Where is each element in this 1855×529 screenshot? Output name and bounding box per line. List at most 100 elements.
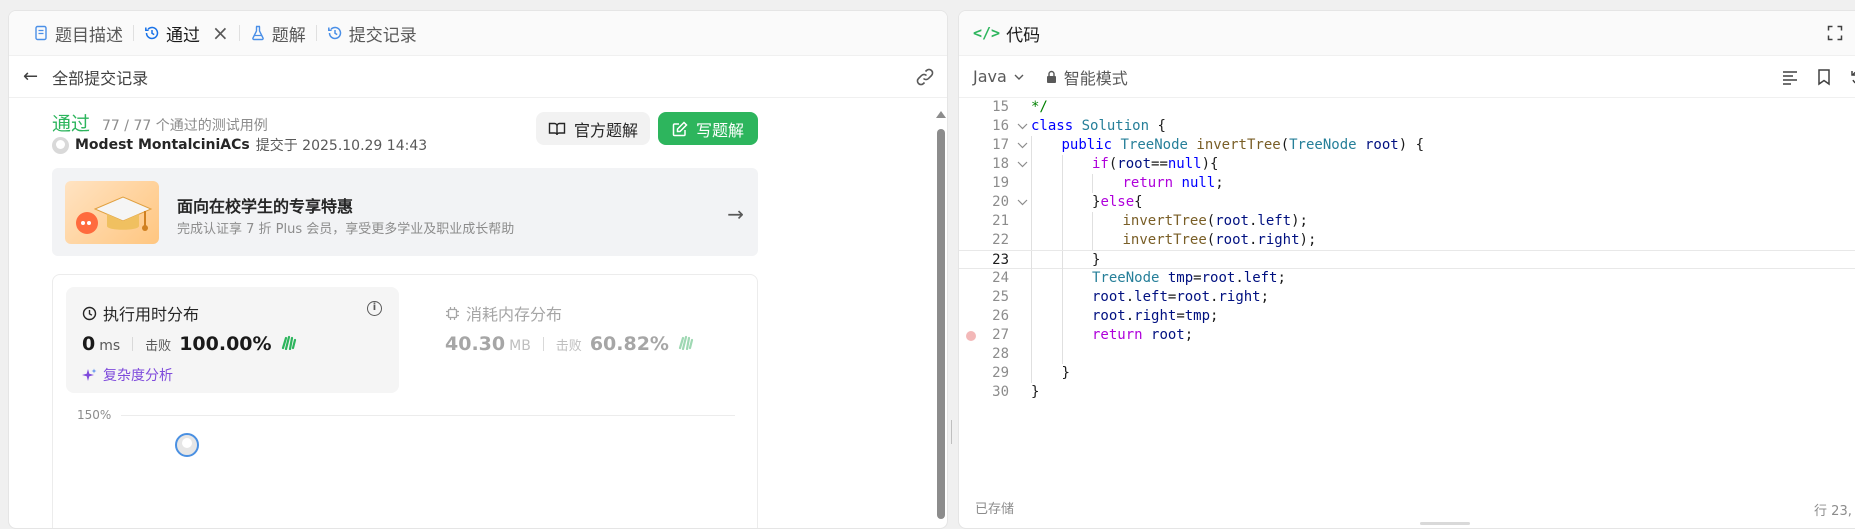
code-text: }	[1031, 384, 1040, 400]
indent-guide	[1031, 212, 1032, 231]
indent-guide	[1031, 231, 1032, 250]
history-icon	[145, 26, 159, 40]
flask-icon	[251, 25, 264, 41]
status-label: 通过	[52, 113, 91, 135]
runtime-percentile: 100.00%	[179, 333, 272, 355]
student-promo-banner[interactable]: 面向在校学生的专享特惠 完成认证享 7 折 Plus 会员，享受更多学业及职业成…	[52, 168, 758, 256]
code-line[interactable]: 25 root.left=root.right;	[959, 288, 1855, 307]
code-line[interactable]: 20}else{	[959, 193, 1855, 212]
memory-title-label: 消耗内存分布	[466, 305, 563, 324]
reset-icon[interactable]	[1849, 68, 1855, 86]
code-line[interactable]: 23}	[959, 250, 1855, 270]
code-text: return null;	[1122, 175, 1224, 191]
tab-label: 题目描述	[55, 25, 123, 46]
cursor-position: 行 23, 列	[1814, 504, 1855, 519]
save-status: 已存储	[975, 501, 1015, 517]
code-tab[interactable]: </> 代码	[973, 21, 1040, 46]
official-solution-button[interactable]: 官方题解	[536, 112, 650, 145]
indent-guide	[1061, 212, 1063, 231]
code-line[interactable]: 21 invertTree(root.left);	[959, 212, 1855, 231]
code-text: invertTree(root.right);	[1122, 232, 1317, 248]
code-line[interactable]: 28	[959, 345, 1855, 364]
panel-resize-handle[interactable]	[950, 420, 954, 444]
arrow-right-icon[interactable]: →	[727, 202, 744, 226]
indent-guide	[1061, 269, 1063, 288]
button-label: 官方题解	[573, 120, 638, 140]
close-icon[interactable]: ×	[212, 21, 229, 45]
code-text: invertTree(root.left);	[1122, 213, 1308, 229]
left-tab-bar: 题目描述 通过 × 题解 提交记录	[9, 11, 947, 56]
divider	[542, 337, 544, 351]
status-row: 通过 77 / 77 个通过的测试用例	[52, 109, 268, 136]
tab-label: 提交记录	[348, 25, 417, 46]
tab-submissions[interactable]: 提交记录	[317, 11, 427, 56]
runtime-value: 0	[82, 333, 96, 355]
bottom-resize-handle[interactable]	[1420, 522, 1470, 525]
code-line[interactable]: 19 return null;	[959, 174, 1855, 193]
indent-guide	[1031, 307, 1032, 326]
indent-guide	[1031, 136, 1032, 155]
code-text: if(root==null){	[1092, 156, 1219, 172]
code-line[interactable]: 26 root.right=tmp;	[959, 307, 1855, 326]
code-line[interactable]: 16 class Solution {	[959, 117, 1855, 136]
line-number: 19	[992, 175, 1009, 191]
runtime-stats[interactable]: 执行用时分布 i 0 ms 击败 100.00% 复杂度分析	[66, 287, 399, 393]
smart-mode-toggle[interactable]: 智能模式	[1045, 65, 1128, 89]
chevron-down-icon	[1014, 74, 1024, 80]
memory-title: 消耗内存分布	[445, 301, 562, 325]
author-row: Modest MontalciniACs 提交于 2025.10.29 14:4…	[52, 135, 427, 155]
bookmark-icon[interactable]	[1815, 68, 1833, 86]
all-submissions-link[interactable]: 全部提交记录	[52, 65, 148, 89]
memory-stats[interactable]: 消耗内存分布 40.30 MB 击败 60.82%	[429, 287, 739, 393]
avatar[interactable]	[52, 136, 69, 154]
code-editor[interactable]: 15 */ 16 class Solution {17 public TreeNode …	[959, 98, 1855, 478]
tab-solutions[interactable]: 题解	[240, 11, 316, 56]
smart-mode-label: 智能模式	[1063, 68, 1128, 88]
chart-y-tick: 150%	[77, 408, 112, 422]
code-line[interactable]: 27 return root;	[959, 326, 1855, 345]
format-icon[interactable]	[1781, 68, 1799, 86]
code-line[interactable]: 24 TreeNode tmp=root.left;	[959, 269, 1855, 288]
expand-icon[interactable]	[1827, 25, 1843, 41]
performance-card: 执行用时分布 i 0 ms 击败 100.00% 复杂度分析 消耗内存分布 40…	[52, 274, 758, 528]
indent-guide	[1061, 288, 1063, 307]
language-select[interactable]: Java	[973, 67, 1025, 86]
link-icon[interactable]	[915, 67, 935, 87]
beat-label: 击败	[145, 339, 172, 354]
language-label: Java	[973, 67, 1007, 86]
breakpoint-icon[interactable]	[966, 331, 976, 341]
write-solution-button[interactable]: 写题解	[658, 112, 758, 145]
scrollbar-thumb[interactable]	[937, 129, 945, 519]
clapping-hands-icon	[678, 335, 694, 350]
info-icon[interactable]: i	[367, 301, 382, 316]
scroll-up-arrow[interactable]	[936, 111, 946, 118]
left-panel: 题目描述 通过 × 题解 提交记录 ← 全部提交记录 通过 77 / 77 个通…	[8, 10, 948, 529]
code-line[interactable]: 15 */	[959, 98, 1855, 117]
edit-icon	[672, 120, 688, 136]
description-icon	[35, 25, 47, 41]
editor-toolbar: Java 智能模式	[959, 56, 1855, 98]
runtime-title: 执行用时分布	[82, 301, 199, 325]
promo-subtitle: 完成认证享 7 折 Plus 会员，享受更多学业及职业成长帮助	[177, 222, 515, 237]
line-number: 18	[992, 156, 1009, 172]
code-line[interactable]: 18 if(root==null){	[959, 155, 1855, 174]
promo-title: 面向在校学生的专享特惠	[177, 197, 354, 216]
code-line[interactable]: 22 invertTree(root.right);	[959, 231, 1855, 250]
user-position-avatar[interactable]	[175, 433, 199, 457]
line-number: 25	[992, 289, 1009, 305]
complexity-label: 复杂度分析	[103, 368, 173, 384]
indent-guide	[1031, 251, 1032, 270]
editor-tools	[1781, 68, 1855, 86]
complexity-analysis-link[interactable]: 复杂度分析	[82, 365, 173, 385]
tab-accepted[interactable]: 通过 ×	[134, 11, 239, 56]
back-arrow-icon[interactable]: ←	[23, 66, 38, 87]
code-line[interactable]: 29}	[959, 364, 1855, 383]
code-line[interactable]: 30}	[959, 383, 1855, 402]
code-line[interactable]: 17 public TreeNode invertTree(TreeNode ro…	[959, 136, 1855, 155]
indent-guide	[1061, 251, 1063, 270]
tab-description[interactable]: 题目描述	[23, 11, 133, 56]
code-text: */	[1031, 99, 1048, 115]
indent-guide	[1031, 345, 1032, 364]
line-number: 24	[992, 270, 1009, 286]
author-name[interactable]: Modest MontalciniACs	[75, 137, 250, 153]
